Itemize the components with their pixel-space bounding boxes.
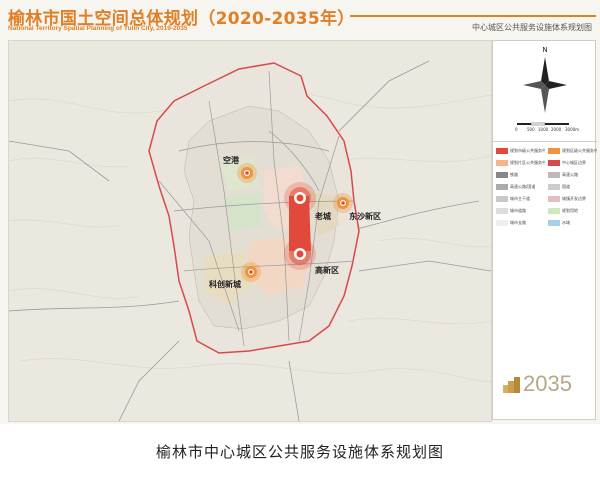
header: 榆林市国土空间总体规划（2020-2035年） National Territo… bbox=[0, 0, 600, 40]
legend-item: 规划区级公共服务中心 bbox=[545, 145, 597, 157]
legend-label: 高速公路/国道 bbox=[510, 184, 536, 189]
legend-item: 铁路 bbox=[493, 169, 545, 181]
legend-label: 高速公路 bbox=[562, 172, 578, 177]
legend-label: 城镇开发边界 bbox=[562, 196, 586, 201]
legend-item: 城市主干道 bbox=[493, 193, 545, 205]
scale-tick-4: 3000m bbox=[565, 127, 580, 132]
city-center-old-town[interactable] bbox=[284, 182, 316, 214]
legend-label: 规划用地 bbox=[562, 208, 578, 213]
label-high-tech: 高新区 bbox=[315, 266, 339, 275]
legend-label: 城市主干道 bbox=[510, 196, 530, 201]
district-center-airport[interactable] bbox=[237, 163, 257, 183]
logo-2035: 2035 bbox=[501, 371, 591, 401]
label-kechuang: 科创新城 bbox=[209, 280, 241, 289]
legend-item: 城市支路 bbox=[493, 217, 545, 229]
legend-label: 国道 bbox=[562, 184, 570, 189]
compass-icon: N bbox=[517, 46, 569, 126]
legend-swatch-icon bbox=[548, 172, 560, 178]
legend-swatch-icon bbox=[548, 220, 560, 226]
legend-swatch-icon bbox=[496, 208, 508, 214]
legend-row: 规划市级公共服务中心 规划区级公共服务中心 bbox=[493, 145, 597, 157]
legend-label: 规划片区公共服务中心 bbox=[510, 160, 545, 165]
legend-row: 高速公路/国道 国道 bbox=[493, 181, 597, 193]
legend-item: 规划市级公共服务中心 bbox=[493, 145, 545, 157]
map-name: 中心城区公共服务设施体系规划图 bbox=[472, 23, 592, 32]
title-underline bbox=[350, 15, 596, 17]
legend-swatch-icon bbox=[496, 220, 508, 226]
legend-row: 城市道路 规划用地 bbox=[493, 205, 597, 217]
compass-panel: N 0 500 1000 2000 3000m bbox=[493, 41, 597, 142]
legend-swatch-icon bbox=[548, 208, 560, 214]
legend-item: 高速公路 bbox=[545, 169, 597, 181]
map-frame: 榆林市国土空间总体规划（2020-2035年） National Territo… bbox=[0, 0, 600, 424]
legend-row: 城市支路 水域 bbox=[493, 217, 597, 229]
logo-text: 2035 bbox=[523, 371, 572, 396]
legend-label: 中心城区边界 bbox=[562, 160, 586, 165]
district-center-kechuang[interactable] bbox=[241, 262, 261, 282]
legend-row: 城市主干道 城镇开发边界 bbox=[493, 193, 597, 205]
legend-swatch-icon bbox=[548, 160, 560, 166]
legend-label: 规划市级公共服务中心 bbox=[510, 148, 545, 153]
legend-swatch-icon bbox=[496, 160, 508, 166]
legend-item: 国道 bbox=[545, 181, 597, 193]
legend-item: 规划用地 bbox=[545, 205, 597, 217]
legend-swatch-icon bbox=[496, 184, 508, 190]
city-center-high-tech[interactable] bbox=[284, 238, 316, 270]
legend-item: 高速公路/国道 bbox=[493, 181, 545, 193]
legend-swatch-icon bbox=[548, 196, 560, 202]
label-dongsha: 东沙新区 bbox=[349, 212, 381, 221]
district-center-dongsha[interactable] bbox=[333, 193, 353, 213]
legend-label: 城市道路 bbox=[510, 208, 526, 213]
map-canvas[interactable]: 空港 老城 东沙新区 高新区 科创新城 bbox=[8, 40, 492, 422]
legend: 规划市级公共服务中心规划区级公共服务中心规划片区公共服务中心中心城区边界铁路高速… bbox=[493, 145, 597, 229]
legend-swatch-icon bbox=[496, 148, 508, 154]
legend-swatch-icon bbox=[548, 148, 560, 154]
legend-label: 城市支路 bbox=[510, 220, 526, 225]
scale-tick-3: 2000 bbox=[551, 127, 562, 132]
scale-tick-1: 500 bbox=[527, 127, 535, 132]
label-airport: 空港 bbox=[223, 156, 239, 165]
legend-label: 水域 bbox=[562, 220, 570, 225]
legend-swatch-icon bbox=[496, 196, 508, 202]
legend-swatch-icon bbox=[548, 184, 560, 190]
legend-item: 中心城区边界 bbox=[545, 157, 597, 169]
map-svg bbox=[9, 41, 491, 421]
north-label: N bbox=[542, 46, 547, 54]
figure-caption: 榆林市中心城区公共服务设施体系规划图 bbox=[155, 443, 444, 461]
legend-row: 规划片区公共服务中心 中心城区边界 bbox=[493, 157, 597, 169]
legend-row: 铁路 高速公路 bbox=[493, 169, 597, 181]
label-old-town: 老城 bbox=[315, 212, 331, 221]
scale-tick-0: 0 bbox=[515, 127, 518, 132]
legend-item: 水域 bbox=[545, 217, 597, 229]
legend-panel: N 0 500 1000 2000 3000m 规划市级公共服务中心 规划区级公共… bbox=[492, 40, 597, 420]
legend-label: 铁路 bbox=[510, 172, 518, 177]
legend-item: 规划片区公共服务中心 bbox=[493, 157, 545, 169]
logo-mark-icon bbox=[503, 377, 520, 393]
legend-item: 城镇开发边界 bbox=[545, 193, 597, 205]
map-subtitle: National Territory Spatial Planning of Y… bbox=[8, 25, 188, 32]
legend-swatch-icon bbox=[496, 172, 508, 178]
legend-item: 城市道路 bbox=[493, 205, 545, 217]
legend-label: 规划区级公共服务中心 bbox=[562, 148, 597, 153]
scale-tick-2: 1000 bbox=[538, 127, 549, 132]
